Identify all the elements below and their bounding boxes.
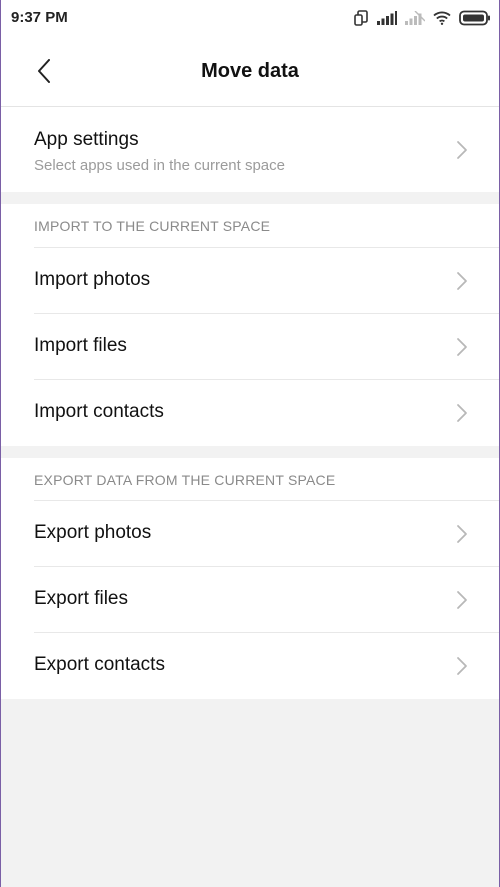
list-item-label: Import contacts: [34, 401, 164, 422]
signal-icon: [377, 11, 397, 25]
list-item-label: Export photos: [34, 522, 152, 543]
list-item-import-contacts[interactable]: Import contacts: [34, 379, 499, 445]
chevron-right-icon: [457, 591, 467, 609]
list-item-export-contacts[interactable]: Export contacts: [34, 632, 499, 698]
app-settings-subtitle: Select apps used in the current space: [34, 157, 285, 174]
header: Move data: [1, 36, 499, 107]
import-section: IMPORT TO THE CURRENT SPACE Import photo…: [1, 204, 499, 446]
list-item-label: Import photos: [34, 269, 151, 290]
status-icons: [353, 8, 491, 28]
battery-icon: [459, 10, 491, 26]
chevron-right-icon: [457, 141, 467, 159]
list-item-export-photos[interactable]: Export photos: [34, 500, 499, 566]
list-item-import-files[interactable]: Import files: [34, 313, 499, 379]
list-item-label: Export contacts: [34, 654, 165, 675]
list-item-label: Export files: [34, 588, 128, 609]
chevron-right-icon: [457, 657, 467, 675]
chevron-right-icon: [457, 404, 467, 422]
list-item-export-files[interactable]: Export files: [34, 566, 499, 632]
list-item-import-photos[interactable]: Import photos: [34, 247, 499, 313]
export-section-header: EXPORT DATA FROM THE CURRENT SPACE: [34, 472, 336, 488]
chevron-right-icon: [457, 525, 467, 543]
status-bar: 9:37 PM: [1, 0, 499, 36]
list-item-label: Import files: [34, 335, 127, 356]
export-section: EXPORT DATA FROM THE CURRENT SPACE Expor…: [1, 458, 499, 699]
wifi-icon: [433, 11, 451, 25]
app-settings-title: App settings: [34, 129, 139, 150]
chevron-right-icon: [457, 338, 467, 356]
status-time: 9:37 PM: [11, 9, 68, 26]
chevron-right-icon: [457, 272, 467, 290]
app-settings-row[interactable]: App settings Select apps used in the cur…: [1, 107, 499, 192]
nfc-icon: [353, 10, 369, 26]
page-title: Move data: [201, 60, 299, 82]
import-section-header: IMPORT TO THE CURRENT SPACE: [34, 218, 271, 234]
signal-weak-icon: [405, 11, 425, 25]
